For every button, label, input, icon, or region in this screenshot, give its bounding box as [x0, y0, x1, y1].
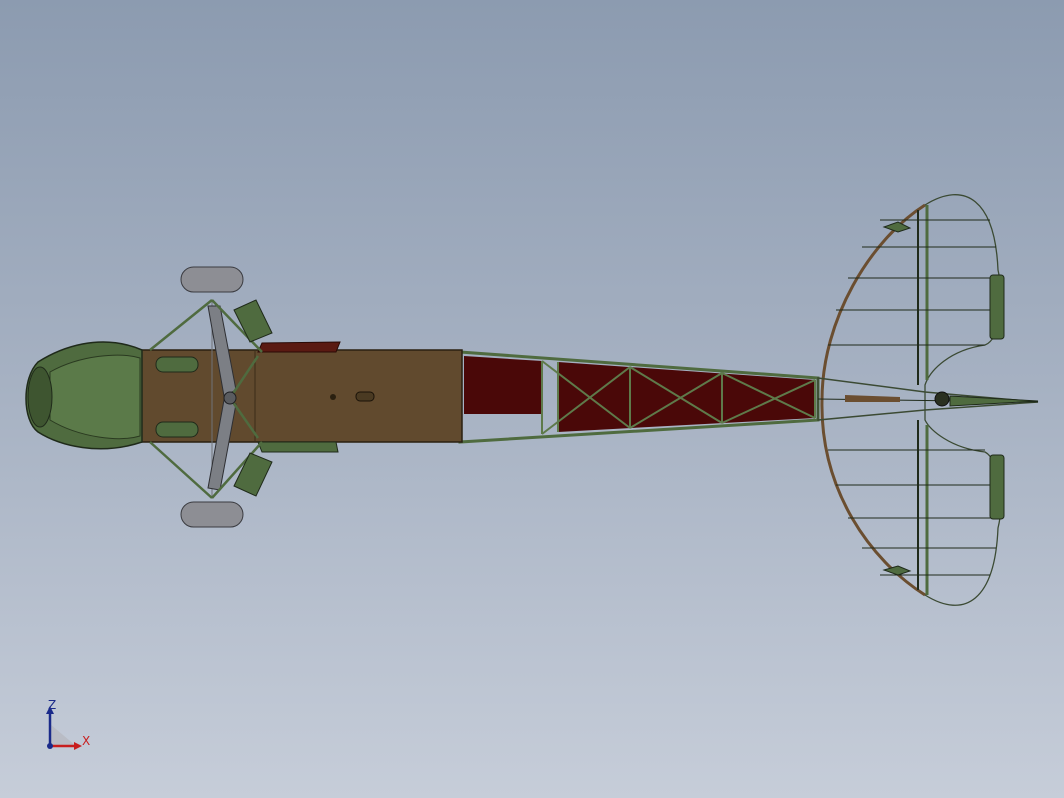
rear-fabric-panel	[464, 356, 542, 414]
stabilizer-leading-edge-lower	[820, 399, 926, 597]
wheel-lower	[180, 501, 244, 528]
wing-root-upper	[257, 341, 341, 353]
gear-fairing-upper	[233, 299, 273, 343]
spinner	[27, 366, 53, 428]
nose-pad-lower	[155, 421, 199, 438]
x-axis-label: X	[82, 734, 91, 748]
rear-fuselage	[458, 350, 1039, 444]
tail-hinge	[934, 391, 950, 407]
tail-skid	[845, 395, 900, 402]
stabilizer-leading-edge-upper	[820, 203, 926, 401]
model-viewport[interactable]	[0, 0, 1064, 798]
orientation-triad: Z X	[40, 696, 100, 756]
elevator-horn-upper	[882, 221, 912, 233]
elevator-horn-lower	[882, 565, 912, 576]
z-axis-label: Z	[48, 698, 57, 712]
elevator-tab-upper	[989, 274, 1005, 340]
triad-plane	[50, 724, 76, 746]
cowling-top-panel	[49, 354, 141, 440]
gear-hub	[223, 391, 237, 405]
wing-root-lower	[257, 441, 339, 453]
elevator-tab-lower	[989, 454, 1005, 520]
deck-fitting	[330, 394, 336, 400]
triad-origin	[47, 743, 53, 749]
deck-hatch	[355, 391, 375, 402]
nose-pad-upper	[155, 356, 199, 373]
gear-fairing-lower	[233, 452, 273, 497]
x-axis-arrow	[74, 742, 82, 750]
wheel-upper	[180, 266, 244, 293]
